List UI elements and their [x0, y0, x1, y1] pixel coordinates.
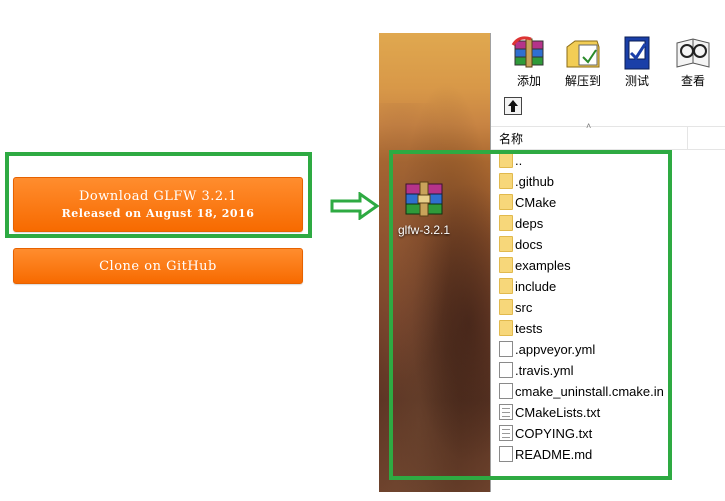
column-divider[interactable]	[687, 127, 688, 149]
file-list: .. .github CMake deps docs examples incl…	[491, 150, 725, 465]
view-icon	[676, 38, 710, 68]
file-name: COPYING.txt	[515, 426, 593, 441]
file-name: CMakeLists.txt	[515, 405, 601, 420]
test-label: 测试	[624, 74, 649, 88]
list-item[interactable]: CMakeLists.txt	[491, 402, 725, 423]
extract-to-button[interactable]: 解压到	[557, 35, 609, 89]
file-name: CMake	[515, 195, 557, 210]
up-one-level-icon[interactable]	[504, 97, 522, 115]
list-item[interactable]: README.md	[491, 444, 725, 465]
file-name: .github	[515, 174, 555, 189]
folder-icon	[499, 320, 513, 336]
list-item[interactable]: ..	[491, 150, 725, 171]
file-name: docs	[515, 237, 543, 252]
list-item[interactable]: src	[491, 297, 725, 318]
text-file-icon	[499, 425, 513, 441]
list-item[interactable]: docs	[491, 234, 725, 255]
file-name: cmake_uninstall.cmake.in	[515, 384, 664, 399]
folder-icon	[499, 278, 513, 294]
column-name-header[interactable]: 名称	[499, 130, 523, 147]
desktop-background: glfw-3.2.1	[379, 33, 491, 492]
download-glfw-button[interactable]: Download GLFW 3.2.1 Released on August 1…	[13, 177, 303, 232]
file-name: src	[515, 300, 533, 315]
list-item[interactable]: COPYING.txt	[491, 423, 725, 444]
list-item[interactable]: .appveyor.yml	[491, 339, 725, 360]
winrar-archive-icon	[405, 181, 443, 217]
file-icon	[499, 362, 513, 378]
test-icon	[624, 36, 650, 70]
list-item[interactable]: tests	[491, 318, 725, 339]
list-item[interactable]: deps	[491, 213, 725, 234]
file-icon	[499, 341, 513, 357]
winrar-window: 添加 解压到 测试 查看 名称 ˄ .. .github CMake deps …	[490, 33, 725, 492]
add-label: 添加	[516, 74, 541, 88]
desktop-file-label: glfw-3.2.1	[397, 223, 451, 237]
list-item[interactable]: CMake	[491, 192, 725, 213]
extract-to-label: 解压到	[564, 74, 601, 88]
file-icon	[499, 383, 513, 399]
arrow-right-icon	[330, 192, 380, 220]
file-name: ..	[515, 153, 523, 168]
column-header: 名称 ˄	[491, 121, 725, 150]
folder-icon	[499, 194, 513, 210]
file-name: include	[515, 279, 557, 294]
add-archive-icon	[511, 36, 544, 68]
folder-icon	[499, 152, 513, 168]
folder-icon	[499, 257, 513, 273]
file-name: .travis.yml	[515, 363, 574, 378]
text-file-icon	[499, 404, 513, 420]
list-item[interactable]: .github	[491, 171, 725, 192]
file-icon	[499, 446, 513, 462]
list-item[interactable]: .travis.yml	[491, 360, 725, 381]
folder-icon	[499, 236, 513, 252]
desktop-wallpaper	[379, 103, 491, 492]
sort-ascending-icon: ˄	[586, 121, 592, 131]
test-button[interactable]: 测试	[611, 35, 663, 89]
file-name: tests	[515, 321, 543, 336]
file-name: examples	[515, 258, 571, 273]
folder-icon	[499, 215, 513, 231]
list-item[interactable]: cmake_uninstall.cmake.in	[491, 381, 725, 402]
folder-icon	[499, 299, 513, 315]
view-button[interactable]: 查看	[667, 35, 719, 89]
list-item[interactable]: examples	[491, 255, 725, 276]
list-item[interactable]: include	[491, 276, 725, 297]
download-button-release-date: Released on August 18, 2016	[61, 207, 255, 220]
winrar-toolbar: 添加 解压到 测试 查看	[491, 33, 725, 123]
download-button-title: Download GLFW 3.2.1	[78, 189, 238, 204]
file-name: README.md	[515, 447, 593, 462]
folder-icon	[499, 173, 513, 189]
file-name: deps	[515, 216, 544, 231]
desktop-archive-file[interactable]: glfw-3.2.1	[389, 181, 459, 237]
view-label: 查看	[680, 74, 705, 88]
clone-on-github-button[interactable]: Clone on GitHub	[13, 248, 303, 284]
extract-to-icon	[566, 40, 600, 68]
add-button[interactable]: 添加	[503, 35, 555, 89]
file-name: .appveyor.yml	[515, 342, 596, 357]
